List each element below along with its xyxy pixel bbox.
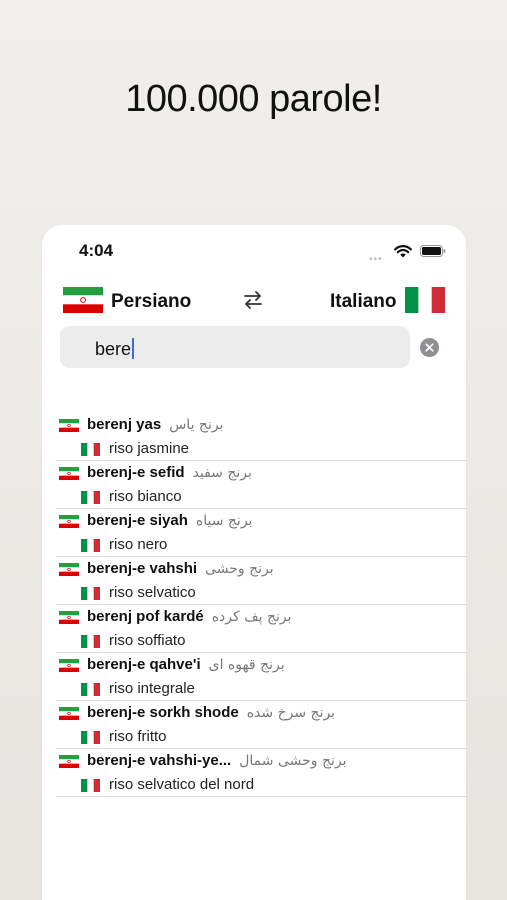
flag-italy-icon	[81, 491, 100, 504]
result-row[interactable]: berenj-e sorkh shode برنج سرخ شده riso fri…	[56, 701, 466, 749]
result-term-persian: برنج یاس	[169, 417, 224, 433]
result-translation: riso bianco	[109, 488, 182, 505]
result-row[interactable]: berenj-e vahshi برنج وحشی riso selvatico	[56, 557, 466, 605]
source-language-label[interactable]: Persiano	[111, 291, 191, 313]
status-time: 4:04	[79, 241, 114, 260]
status-bar: 4:04 •••	[42, 225, 466, 277]
result-row[interactable]: berenj-e sefid برنج سفید riso bianco	[56, 461, 466, 509]
flag-iran-icon	[59, 467, 79, 480]
results-list: berenj yas برنج یاس riso jasmine berenj-e s…	[42, 413, 466, 797]
flag-iran-icon	[59, 419, 79, 432]
flag-iran-icon	[59, 611, 79, 624]
flag-italy-icon	[81, 443, 100, 456]
flag-italy-icon	[81, 779, 100, 792]
result-translation: riso jasmine	[109, 440, 190, 457]
result-term: berenj-e sorkh shode برنج سرخ شده	[87, 704, 335, 721]
search-input[interactable]: bere	[60, 326, 410, 368]
signal-dots-icon: •••	[369, 254, 383, 265]
result-term-latin: berenj-e sefid	[87, 464, 185, 481]
result-term-persian: برنج سیاه	[195, 513, 253, 529]
result-term-persian: برنج وحشی شمال	[239, 753, 347, 769]
result-translation: riso selvatico	[109, 584, 196, 601]
result-term-latin: berenj pof kardé	[87, 608, 204, 625]
result-term-persian: برنج پف کرده	[211, 609, 292, 625]
flag-italy-icon	[81, 539, 100, 552]
result-term: berenj yas برنج یاس	[87, 416, 223, 433]
flag-iran-icon[interactable]	[63, 287, 103, 313]
flag-italy-icon	[81, 587, 100, 600]
flag-iran-icon	[59, 659, 79, 672]
flag-iran-icon	[59, 515, 79, 528]
result-term-latin: berenj yas	[87, 416, 162, 433]
flag-iran-icon	[59, 755, 79, 768]
flag-italy-icon	[81, 731, 100, 744]
result-row[interactable]: berenj-e siyah برنج سیاه riso nero	[56, 509, 466, 557]
swap-languages-icon[interactable]	[241, 288, 265, 312]
result-term: berenj-e qahve'i برنج قهوه ای	[87, 656, 285, 673]
search-input-value[interactable]: bere	[95, 338, 135, 360]
battery-icon	[420, 245, 446, 257]
flag-iran-icon	[59, 707, 79, 720]
result-row[interactable]: berenj pof kardé برنج پف کرده riso soffiat…	[56, 605, 466, 653]
result-term: berenj-e vahshi-ye... برنج وحشی شمال	[87, 752, 347, 769]
flag-italy-icon	[81, 635, 100, 648]
result-translation: riso integrale	[109, 680, 195, 697]
flag-italy-icon[interactable]	[405, 287, 445, 313]
result-term-persian: برنج سرخ شده	[246, 705, 336, 721]
result-row[interactable]: berenj yas برنج یاس riso jasmine	[56, 413, 466, 461]
text-caret	[132, 338, 135, 359]
result-term-latin: berenj-e vahshi	[87, 560, 198, 577]
result-translation: riso selvatico del nord	[109, 776, 255, 793]
result-translation: riso fritto	[109, 728, 167, 745]
result-term-persian: برنج قهوه ای	[208, 657, 285, 673]
result-term: berenj-e vahshi برنج وحشی	[87, 560, 274, 577]
clear-search-icon[interactable]	[420, 338, 439, 357]
wifi-icon	[394, 245, 412, 258]
result-term-latin: berenj-e qahve'i	[87, 656, 201, 673]
flag-iran-icon	[59, 563, 79, 576]
result-term: berenj pof kardé برنج پف کرده	[87, 608, 292, 625]
target-language-label[interactable]: Italiano	[330, 291, 397, 313]
result-term-persian: برنج وحشی	[205, 561, 274, 577]
result-term-persian: برنج سفید	[192, 465, 252, 481]
result-translation: riso soffiato	[109, 632, 186, 649]
result-term-latin: berenj-e vahshi-ye...	[87, 752, 232, 769]
result-term-latin: berenj-e sorkh shode	[87, 704, 239, 721]
result-term: berenj-e siyah برنج سیاه	[87, 512, 252, 529]
result-translation: riso nero	[109, 536, 168, 553]
result-row[interactable]: berenj-e qahve'i برنج قهوه ای riso integra…	[56, 653, 466, 701]
headline: 100.000 parole!	[125, 78, 382, 120]
result-term: berenj-e sefid برنج سفید	[87, 464, 252, 481]
result-term-latin: berenj-e siyah	[87, 512, 188, 529]
language-selector-bar: Persiano Italiano	[42, 283, 466, 317]
app-screen: 4:04 ••• Persiano Italiano bere berenj y…	[42, 225, 466, 900]
result-row[interactable]: berenj-e vahshi-ye... برنج وحشی شمال riso …	[56, 749, 466, 797]
flag-italy-icon	[81, 683, 100, 696]
